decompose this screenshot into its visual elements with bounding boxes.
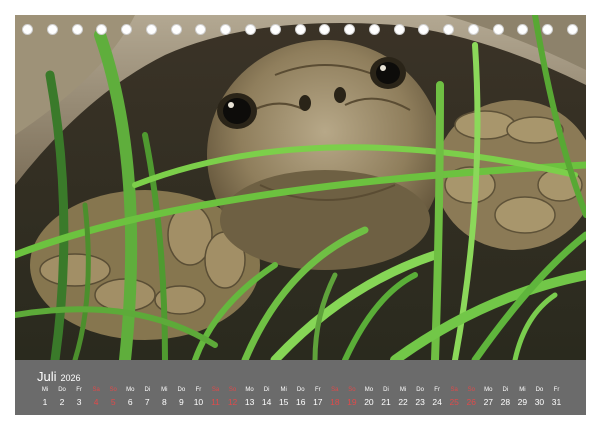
calendar-bar: Juli 2026 Mi 1 Do 2 Fr 3 Sa 4 So 5 Mo 6 Di 7 Mi 8 Do 9 Fr 10… [15, 360, 586, 415]
binding-hole [244, 24, 256, 35]
binding-hole [71, 24, 83, 35]
binding-hole [542, 24, 554, 35]
binding-hole [443, 24, 455, 35]
binding-hole [46, 24, 58, 35]
binding-hole [344, 24, 356, 35]
month-heading: Juli 2026 [37, 369, 81, 384]
binding-hole [393, 24, 405, 35]
binding-hole [269, 24, 281, 35]
binding-hole [121, 24, 133, 35]
binding-hole [220, 24, 232, 35]
binding-hole [96, 24, 108, 35]
calendar-page: Juli 2026 Mi 1 Do 2 Fr 3 Sa 4 So 5 Mo 6 Di 7 Mi 8 Do 9 Fr 10… [0, 0, 600, 431]
binding-hole [170, 24, 182, 35]
binding-hole [145, 24, 157, 35]
binding-hole [22, 24, 33, 35]
binding-hole [567, 24, 578, 35]
spiral-binding-holes [22, 24, 578, 38]
binding-hole [492, 24, 504, 35]
day-grid: Mi 1 Do 2 Fr 3 Sa 4 So 5 Mo 6 Di 7 Mi 8 Do 9 Fr 10 Sa 11 So 12 M… [15, 387, 586, 413]
weekday-label: Fr [553, 387, 560, 393]
date-number: 31 [551, 397, 562, 407]
binding-hole [517, 24, 529, 35]
binding-hole [195, 24, 207, 35]
binding-hole [368, 24, 380, 35]
month-label: Juli [37, 369, 57, 384]
binding-hole [294, 24, 306, 35]
tortoise-photo [15, 15, 586, 360]
year-label: 2026 [60, 373, 81, 383]
binding-hole [319, 24, 331, 35]
binding-hole [467, 24, 479, 35]
binding-hole [418, 24, 430, 35]
